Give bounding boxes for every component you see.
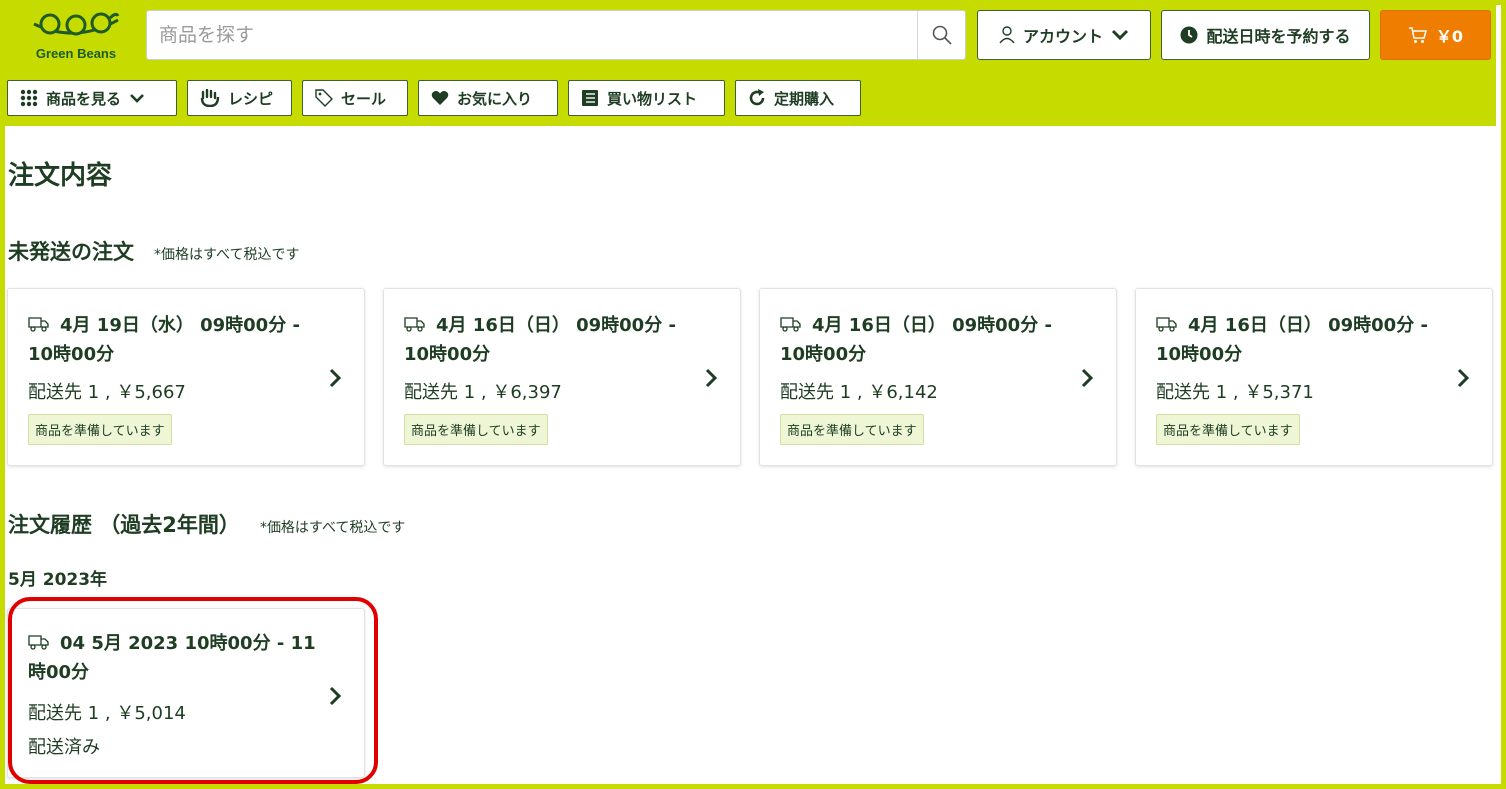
status-badge: 商品を準備しています: [404, 414, 548, 445]
schedule-delivery-button[interactable]: 配送日時を予約する: [1161, 10, 1370, 60]
order-history-header: 注文履歴 （過去2年間） *価格はすべて税込です: [8, 509, 405, 539]
nav-label: お気に入り: [457, 89, 533, 108]
order-delivery-time: 4月 16日（日） 09時00分 - 10時00分: [1156, 315, 1428, 365]
pending-order-card[interactable]: 4月 16日（日） 09時00分 - 10時00分 配送先 1 , ￥6,397…: [383, 288, 741, 466]
nav-label: 商品を見る: [46, 89, 122, 108]
header: Green Beans アカウント 配送日時を予約する: [0, 0, 1496, 126]
chevron-right-icon: [329, 686, 342, 706]
order-delivery-time: 4月 16日（日） 09時00分 - 10時00分: [780, 315, 1052, 365]
search-bar: [146, 10, 966, 60]
pending-order-card[interactable]: 4月 19日（水） 09時00分 - 10時00分 配送先 1 , ￥5,667…: [7, 288, 365, 466]
heart-icon: [431, 91, 449, 105]
nav-browse-products[interactable]: 商品を見る: [7, 80, 177, 116]
nav-label: セール: [341, 89, 387, 108]
order-address-total: 配送先 1 , ￥5,667: [28, 382, 186, 403]
chevron-down-icon: [130, 93, 144, 103]
pending-orders-heading: 未発送の注文: [8, 240, 134, 264]
schedule-label: 配送日時を予約する: [1206, 27, 1351, 46]
account-button[interactable]: アカウント: [977, 10, 1151, 60]
search-icon: [932, 25, 952, 45]
order-delivery-time: 4月 19日（水） 09時00分 - 10時00分: [28, 315, 300, 365]
user-icon: [999, 26, 1015, 44]
chevron-right-icon: [1457, 368, 1470, 388]
refresh-icon: [749, 89, 765, 106]
clock-icon: [1180, 26, 1198, 44]
truck-icon: [28, 317, 49, 332]
order-address-total: 配送先 1 , ￥5,371: [1156, 382, 1314, 403]
nav-label: 定期購入: [774, 89, 835, 108]
order-address-total: 配送先 1 , ￥5,014: [28, 703, 186, 724]
order-address-total: 配送先 1 , ￥6,397: [404, 382, 562, 403]
truck-icon: [404, 317, 425, 332]
cart-total: ￥0: [1435, 27, 1464, 46]
list-icon: [582, 90, 598, 106]
cart-button[interactable]: ￥0: [1380, 10, 1491, 60]
tax-note: *価格はすべて税込です: [154, 247, 300, 263]
nav-label: レシピ: [228, 89, 274, 108]
chevron-right-icon: [1081, 368, 1094, 388]
nav-subscription[interactable]: 定期購入: [735, 80, 861, 116]
pending-orders-header: 未発送の注文 *価格はすべて税込です: [8, 236, 299, 266]
order-delivery-time: 4月 16日（日） 09時00分 - 10時00分: [404, 315, 676, 365]
cart-icon: [1408, 27, 1427, 43]
logo[interactable]: Green Beans: [26, 10, 126, 66]
status-badge: 商品を準備しています: [1156, 414, 1300, 445]
truck-icon: [28, 635, 49, 650]
delivery-status: 配送済み: [28, 737, 100, 758]
truck-icon: [1156, 317, 1177, 332]
chevron-right-icon: [705, 368, 718, 388]
status-badge: 商品を準備しています: [780, 414, 924, 445]
chevron-right-icon: [329, 368, 342, 388]
hand-icon: [200, 89, 220, 107]
nav-sale[interactable]: セール: [302, 80, 408, 116]
search-button[interactable]: [917, 11, 965, 59]
brand-name: Green Beans: [35, 46, 117, 61]
history-order-card[interactable]: 04 5月 2023 10時00分 - 11時00分 配送先 1 , ￥5,01…: [7, 608, 365, 778]
nav-label: 買い物リスト: [607, 89, 698, 108]
tax-note: *価格はすべて税込です: [259, 520, 406, 536]
nav-shopping-list[interactable]: 買い物リスト: [568, 80, 725, 116]
chevron-down-icon: [1111, 29, 1129, 41]
bean-logo-icon: [33, 12, 120, 36]
pending-order-card[interactable]: 4月 16日（日） 09時00分 - 10時00分 配送先 1 , ￥6,142…: [759, 288, 1117, 466]
status-badge: 商品を準備しています: [28, 414, 172, 445]
account-label: アカウント: [1022, 27, 1103, 46]
tag-icon: [315, 89, 333, 107]
page-title: 注文内容: [8, 161, 113, 191]
nav-favorites[interactable]: お気に入り: [418, 80, 558, 116]
search-input[interactable]: [147, 11, 917, 59]
nav-recipes[interactable]: レシピ: [187, 80, 292, 116]
truck-icon: [780, 317, 801, 332]
order-delivery-time: 04 5月 2023 10時00分 - 11時00分: [28, 633, 316, 683]
history-month: 5月 2023年: [8, 570, 108, 590]
order-history-heading: 注文履歴 （過去2年間）: [8, 513, 240, 537]
grid-icon: [20, 89, 38, 107]
pending-order-card[interactable]: 4月 16日（日） 09時00分 - 10時00分 配送先 1 , ￥5,371…: [1135, 288, 1493, 466]
order-address-total: 配送先 1 , ￥6,142: [780, 382, 938, 403]
